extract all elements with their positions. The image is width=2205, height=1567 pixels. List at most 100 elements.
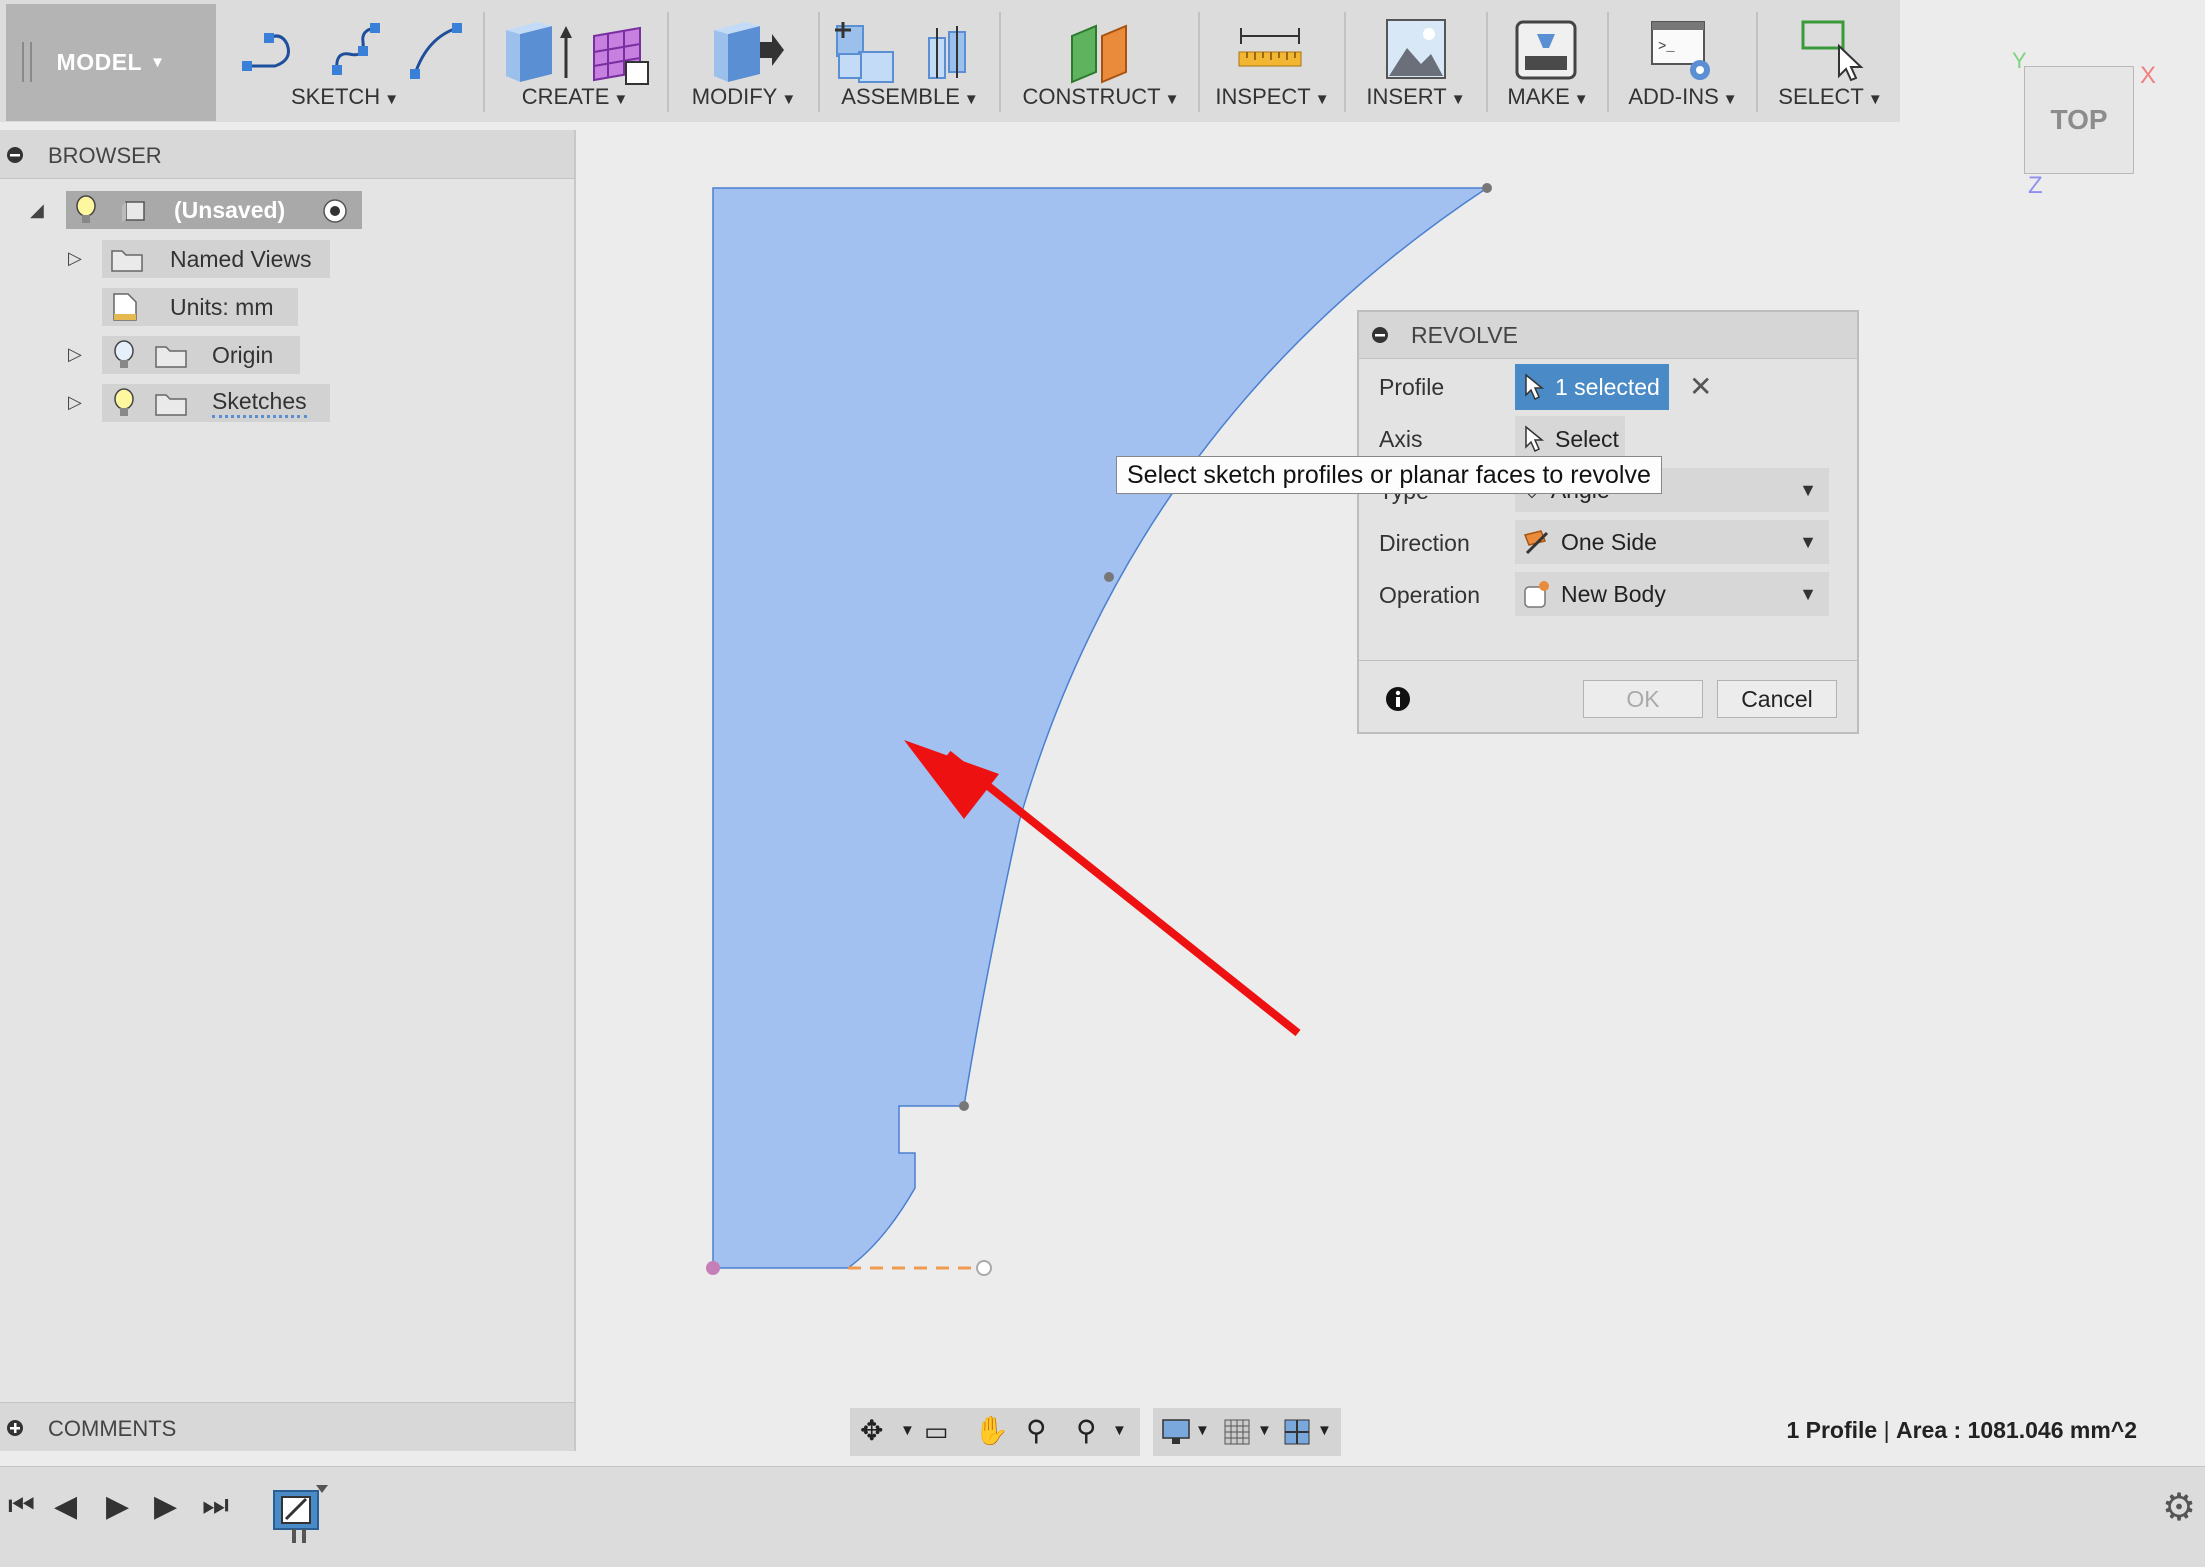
triangle-collapsed-icon[interactable]: ▷ bbox=[68, 344, 82, 365]
construct-group[interactable]: CONSTRUCT ▼ bbox=[1006, 0, 1196, 122]
display-settings-icon[interactable] bbox=[1161, 1418, 1191, 1446]
operation-value: New Body bbox=[1561, 580, 1666, 607]
chevron-down-icon: ▼ bbox=[1450, 91, 1466, 108]
chevron-down-icon: ▼ bbox=[1164, 91, 1180, 108]
comments-panel[interactable]: COMMENTS bbox=[0, 1402, 576, 1451]
chevron-down-icon: ▼ bbox=[1867, 91, 1883, 108]
lightbulb-icon[interactable] bbox=[74, 195, 98, 225]
new-body-icon bbox=[1524, 581, 1549, 608]
toolbar-grip-icon[interactable] bbox=[22, 42, 32, 82]
axis-z-label: Z bbox=[2028, 172, 2043, 199]
tree-item-label: Units: mm bbox=[170, 293, 274, 320]
sketch-feature-icon[interactable] bbox=[270, 1483, 332, 1545]
cancel-label: Cancel bbox=[1741, 685, 1813, 712]
direction-dropdown[interactable]: One Side ▼ bbox=[1515, 520, 1829, 564]
viewcube-face-label: TOP bbox=[2050, 104, 2108, 135]
collapse-icon[interactable] bbox=[6, 146, 24, 164]
go-to-end-icon[interactable]: ⏭ bbox=[202, 1489, 229, 1523]
gear-icon[interactable]: ⚙ bbox=[2162, 1485, 2196, 1530]
modify-group[interactable]: MODIFY ▼ bbox=[674, 0, 814, 122]
chevron-down-icon[interactable]: ▼ bbox=[1317, 1422, 1332, 1439]
chevron-down-icon[interactable]: ▼ bbox=[1257, 1422, 1272, 1439]
go-to-start-icon[interactable]: ⏮ bbox=[8, 1489, 35, 1523]
one-side-icon bbox=[1523, 530, 1549, 555]
toolbar: MODEL ▼ SKETCH ▼ CREATE ▼ MODIFY ▼ ASSEM… bbox=[0, 0, 1900, 122]
viewports-icon[interactable] bbox=[1283, 1418, 1311, 1446]
look-at-icon[interactable]: ▭ bbox=[924, 1416, 949, 1447]
dialog-header[interactable]: REVOLVE bbox=[1359, 312, 1857, 359]
inspect-group[interactable]: INSPECT ▼ bbox=[1205, 0, 1340, 122]
component-icon bbox=[122, 201, 145, 222]
axis-value: Select bbox=[1555, 425, 1619, 452]
sketch-point bbox=[959, 1101, 969, 1111]
svg-text:>_: >_ bbox=[1658, 39, 1675, 55]
chevron-down-icon[interactable]: ▼ bbox=[1112, 1422, 1127, 1439]
inspect-label: INSPECT bbox=[1215, 84, 1311, 109]
play-icon[interactable]: ▶ bbox=[106, 1489, 129, 1524]
lightbulb-icon[interactable] bbox=[112, 388, 136, 418]
toolbar-divider bbox=[1756, 12, 1758, 112]
sketch-group[interactable]: SKETCH ▼ bbox=[225, 0, 465, 122]
chevron-down-icon: ▼ bbox=[1799, 583, 1817, 604]
chevron-down-icon[interactable]: ▼ bbox=[1195, 1422, 1210, 1439]
orbit-icon[interactable]: ✥ bbox=[860, 1414, 883, 1447]
cursor-icon bbox=[1525, 373, 1545, 401]
collapse-icon[interactable] bbox=[1371, 326, 1389, 344]
add-ins-group[interactable]: >_ ADD-INS ▼ bbox=[1614, 0, 1752, 122]
operation-dropdown[interactable]: New Body ▼ bbox=[1515, 572, 1829, 616]
expand-icon[interactable] bbox=[6, 1419, 24, 1437]
tree-item-label: Origin bbox=[212, 341, 274, 368]
insert-group[interactable]: INSERT ▼ bbox=[1351, 0, 1481, 122]
select-label: SELECT bbox=[1778, 84, 1864, 109]
create-group[interactable]: CREATE ▼ bbox=[490, 0, 660, 122]
triangle-expanded-icon[interactable]: ◢ bbox=[30, 200, 44, 221]
chevron-down-icon[interactable]: ▼ bbox=[900, 1422, 915, 1439]
triangle-collapsed-icon[interactable]: ▷ bbox=[68, 392, 82, 413]
tree-item-named-views[interactable]: Named Views bbox=[102, 240, 330, 278]
zoom-icon[interactable]: ⚲ bbox=[1026, 1414, 1047, 1447]
tree-item-origin[interactable]: Origin bbox=[102, 336, 300, 374]
sketch-point bbox=[976, 1260, 992, 1276]
ok-button[interactable]: OK bbox=[1583, 680, 1703, 718]
pan-hand-icon[interactable]: ✋ bbox=[974, 1414, 1009, 1447]
cancel-button[interactable]: Cancel bbox=[1717, 680, 1837, 718]
step-back-icon[interactable]: ◀︎ bbox=[54, 1489, 77, 1524]
profile-selection-button[interactable]: 1 selected bbox=[1515, 364, 1669, 410]
viewcube[interactable]: TOP bbox=[2024, 66, 2134, 174]
assemble-label: ASSEMBLE bbox=[841, 84, 960, 109]
toolbar-divider bbox=[1344, 12, 1346, 112]
chevron-down-icon: ▼ bbox=[1799, 479, 1817, 500]
scripts-icon: >_ bbox=[1651, 21, 1710, 80]
insert-label: INSERT bbox=[1366, 84, 1447, 109]
toolbar-divider bbox=[483, 12, 485, 112]
triangle-collapsed-icon[interactable]: ▷ bbox=[68, 248, 82, 269]
comments-title: COMMENTS bbox=[48, 1416, 177, 1441]
tooltip-text: Select sketch profiles or planar faces t… bbox=[1127, 460, 1651, 489]
profile-count: 1 Profile bbox=[1786, 1417, 1878, 1443]
sketch-point bbox=[1482, 183, 1492, 193]
activate-radio-icon[interactable] bbox=[322, 198, 348, 224]
browser-header[interactable]: BROWSER bbox=[0, 130, 574, 179]
tree-root[interactable]: (Unsaved) bbox=[66, 191, 362, 229]
make-group[interactable]: MAKE ▼ bbox=[1493, 0, 1603, 122]
select-group[interactable]: SELECT ▼ bbox=[1763, 0, 1898, 122]
step-forward-icon[interactable]: ▶︎ bbox=[154, 1489, 177, 1524]
dialog-divider bbox=[1359, 660, 1857, 661]
workspace-switcher[interactable]: MODEL ▼ bbox=[6, 4, 216, 121]
add-ins-label: ADD-INS bbox=[1628, 84, 1719, 109]
fit-icon[interactable]: ⚲ bbox=[1076, 1414, 1097, 1447]
dialog-title: REVOLVE bbox=[1411, 322, 1518, 348]
lightbulb-off-icon[interactable] bbox=[112, 340, 136, 370]
axis-x-label: X bbox=[2140, 62, 2157, 89]
grid-icon[interactable] bbox=[1223, 1418, 1251, 1446]
chevron-down-icon: ▼ bbox=[1573, 91, 1589, 108]
sketch-label: SKETCH bbox=[290, 84, 381, 109]
area-readout: Area : 1081.046 mm^2 bbox=[1895, 1417, 2137, 1443]
clear-selection-icon[interactable]: ✕ bbox=[1689, 370, 1712, 403]
profile-label: Profile bbox=[1379, 374, 1445, 400]
assemble-group[interactable]: ASSEMBLE ▼ bbox=[825, 0, 995, 122]
tree-item-sketches[interactable]: Sketches bbox=[102, 384, 330, 422]
tree-item-units[interactable]: Units: mm bbox=[102, 288, 298, 326]
info-icon[interactable] bbox=[1385, 686, 1411, 712]
construct-label: CONSTRUCT bbox=[1022, 84, 1161, 109]
